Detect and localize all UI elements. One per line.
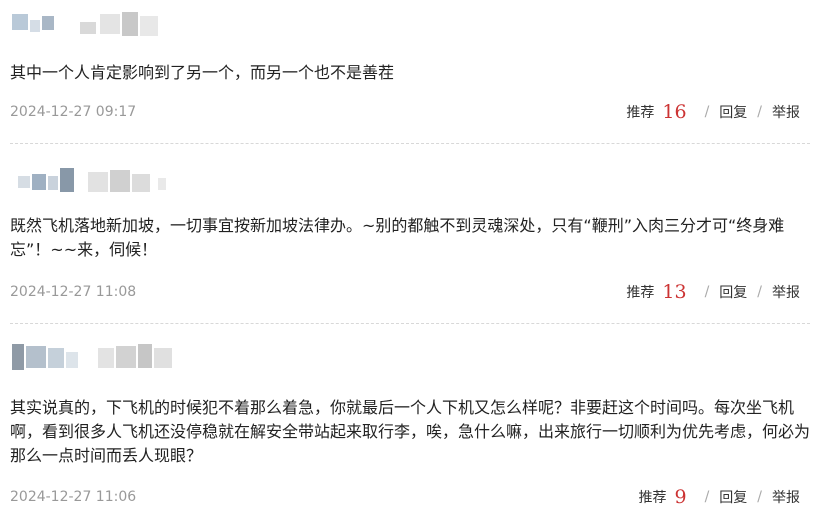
action-separator: / xyxy=(757,489,762,505)
comment-actions: 推荐 13 / 回复 / 举报 xyxy=(626,282,800,302)
comment-actions: 推荐 9 / 回复 / 举报 xyxy=(638,487,800,507)
report-button[interactable]: 举报 xyxy=(772,487,800,507)
action-separator: / xyxy=(757,284,762,300)
action-separator: / xyxy=(757,104,762,120)
recommend-count: 9 xyxy=(674,486,687,508)
report-button[interactable]: 举报 xyxy=(772,102,800,122)
recommend-count: 13 xyxy=(662,281,687,303)
recommend-button[interactable]: 推荐 xyxy=(638,487,666,507)
blurred-username xyxy=(12,342,182,374)
recommend-button[interactable]: 推荐 xyxy=(626,102,654,122)
comment-divider xyxy=(10,323,810,324)
comment-timestamp: 2024-12-27 11:08 xyxy=(10,284,137,300)
blurred-username xyxy=(12,10,182,42)
action-separator: / xyxy=(704,284,710,300)
action-separator: / xyxy=(704,104,710,120)
action-separator: / xyxy=(704,489,710,505)
comment-timestamp: 2024-12-27 09:17 xyxy=(10,104,137,120)
comment-timestamp: 2024-12-27 11:06 xyxy=(10,489,137,505)
recommend-count: 16 xyxy=(662,101,687,123)
blurred-username xyxy=(12,166,182,198)
comment-text: 其实说真的，下飞机的时候犯不着那么着急，你就最后一个人下机又怎么样呢？非要赶这个… xyxy=(10,398,811,465)
comment-meta: 2024-12-27 11:08 推荐 13 / 回复 / 举报 xyxy=(10,282,800,304)
reply-button[interactable]: 回复 xyxy=(719,282,747,302)
reply-button[interactable]: 回复 xyxy=(719,102,747,122)
recommend-button[interactable]: 推荐 xyxy=(626,282,654,302)
comment-text: 其中一个人肯定影响到了另一个，而另一个也不是善茬 xyxy=(10,63,395,82)
comment-divider xyxy=(10,143,810,144)
comment-meta: 2024-12-27 11:06 推荐 9 / 回复 / 举报 xyxy=(10,487,800,509)
reply-button[interactable]: 回复 xyxy=(719,487,747,507)
comment-actions: 推荐 16 / 回复 / 举报 xyxy=(626,102,800,122)
comment-text: 既然飞机落地新加坡，一切事宜按新加坡法律办。~别的都触不到灵魂深处，只有“鞭刑”… xyxy=(10,216,785,259)
report-button[interactable]: 举报 xyxy=(772,282,800,302)
comment-meta: 2024-12-27 09:17 推荐 16 / 回复 / 举报 xyxy=(10,102,800,124)
